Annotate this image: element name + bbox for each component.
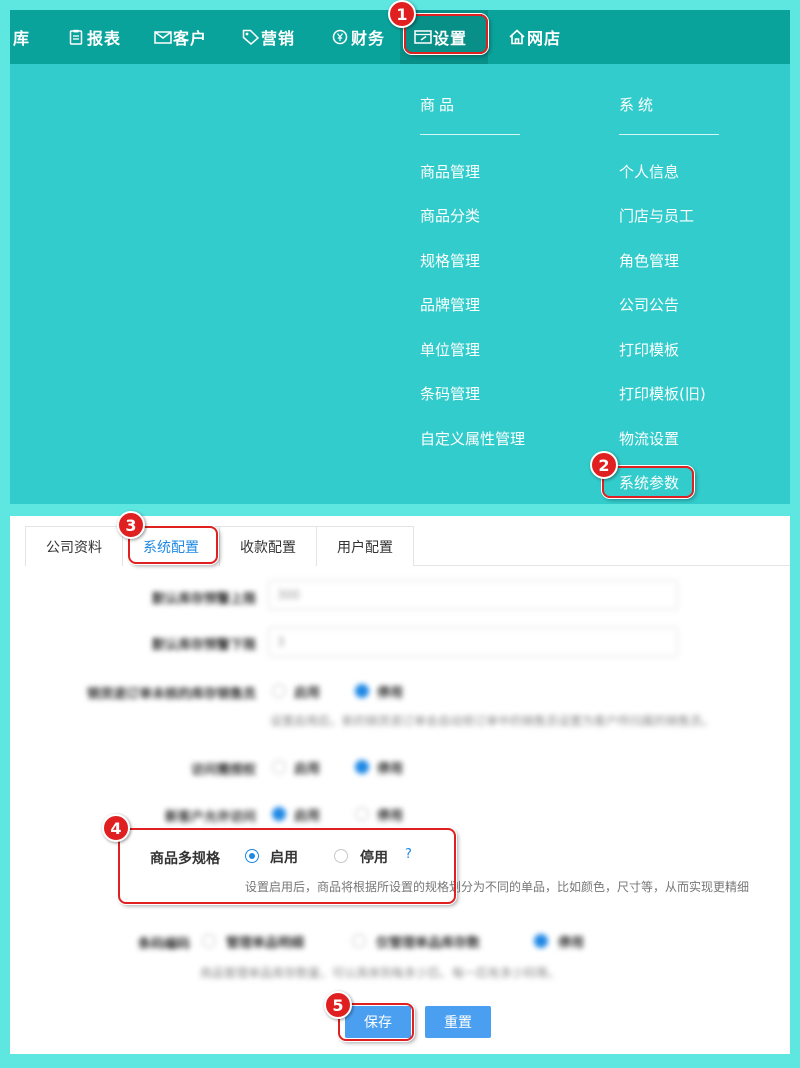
barcode-hint: 商品管理单品库存数量，可以具体到每多少匹、每一匹有多少码等。 [200, 966, 561, 980]
barcode-opt2-text: 仅管理单品库存数 [376, 936, 481, 951]
reset-button[interactable]: 重置 [425, 1006, 491, 1038]
access-auth-disable-text: 停用 [377, 762, 404, 777]
step-badge-2: 2 [590, 451, 618, 479]
warehouse-icon [2, 29, 10, 45]
nav-item-finance[interactable]: 财务 [332, 10, 385, 64]
clipboard-icon [68, 29, 84, 45]
nav-item-reports[interactable]: 报表 [68, 10, 121, 64]
menu-link-print-template-old[interactable]: 打印模板(旧) [619, 383, 706, 404]
menu-link-product-category[interactable]: 商品分类 [420, 205, 480, 226]
menu-link-spec-management[interactable]: 规格管理 [420, 250, 480, 271]
menu-link-custom-attributes[interactable]: 自定义属性管理 [420, 428, 525, 449]
nav-item-webstore[interactable]: 网店 [508, 10, 561, 64]
salesperson-enable-text: 启用 [294, 686, 321, 701]
step-badge-1: 1 [388, 0, 416, 28]
access-auth-enable-text: 启用 [294, 762, 321, 777]
salesperson-disable-text: 停用 [377, 686, 404, 701]
settings-panel: 公司资料 系统配置 收款配置 用户配置 默认库存预警上限 300 默认库存预警下… [10, 516, 790, 1054]
step-badge-5: 5 [324, 991, 352, 1019]
step-badge-4: 4 [102, 814, 130, 842]
access-auth-label: 访问需授权 [190, 763, 256, 778]
menu-link-brand-management[interactable]: 品牌管理 [420, 294, 480, 315]
settings-dropdown-menu: 商品 商品管理 商品分类 规格管理 品牌管理 单位管理 条码管理 自定义属性管理… [10, 64, 790, 504]
highlight-multi-spec-row [118, 828, 456, 904]
menu-heading-system: 系统 [619, 96, 658, 114]
barcode-opt1-radio[interactable] [202, 934, 216, 948]
tag-icon [242, 29, 260, 45]
home-icon [508, 29, 525, 45]
new-customer-enable-text: 启用 [294, 809, 321, 824]
menu-link-role-management[interactable]: 角色管理 [619, 250, 679, 271]
new-customer-enable-radio[interactable] [272, 807, 286, 821]
salesperson-disable-radio[interactable] [355, 684, 369, 698]
nav-item-marketing[interactable]: 营销 [242, 10, 295, 64]
new-customer-disable-text: 停用 [377, 809, 404, 824]
barcode-opt1-text: 管理单品明细 [226, 936, 305, 951]
stock-upper-limit-input[interactable]: 300 [268, 580, 678, 610]
menu-link-company-notice[interactable]: 公司公告 [619, 294, 679, 315]
menu-heading-products: 商品 [420, 96, 459, 114]
access-auth-enable-radio[interactable] [272, 760, 286, 774]
stock-lower-limit-input[interactable]: 3 [268, 627, 678, 657]
barcode-opt3-radio[interactable] [534, 934, 548, 948]
highlight-settings-nav [404, 14, 488, 54]
menu-link-logistics-settings[interactable]: 物流设置 [619, 428, 679, 449]
menu-link-personal-info[interactable]: 个人信息 [619, 161, 679, 182]
barcode-encoding-label: 条码编码 [137, 937, 190, 952]
tab-payment-config[interactable]: 收款配置 [219, 526, 317, 566]
tab-user-config[interactable]: 用户配置 [316, 526, 414, 566]
new-customer-disable-radio[interactable] [355, 807, 369, 821]
tab-company-info[interactable]: 公司资料 [25, 526, 123, 566]
salesperson-enable-radio[interactable] [272, 684, 286, 698]
nav-item-warehouse[interactable]: 库 [2, 10, 30, 64]
stock-upper-limit-label: 默认库存预警上限 [151, 592, 256, 607]
menu-divider [420, 134, 520, 135]
menu-divider [619, 134, 719, 135]
salesperson-setting-label: 销货退订单未核的库存销售员 [86, 687, 256, 702]
step-badge-3: 3 [117, 511, 145, 539]
yen-coin-icon [332, 29, 348, 45]
menu-link-unit-management[interactable]: 单位管理 [420, 339, 480, 360]
menu-link-print-template[interactable]: 打印模板 [619, 339, 679, 360]
mail-icon [154, 29, 172, 45]
nav-item-customers[interactable]: 客户 [154, 10, 207, 64]
salesperson-hint: 设置启用后，新的销货退订单会自动将订单中的销售员设置为客户所归属的销售员。 [270, 714, 715, 728]
stock-lower-limit-label: 默认库存预警下限 [151, 638, 256, 653]
access-auth-disable-radio[interactable] [355, 760, 369, 774]
new-customer-access-label: 新客户允许访问 [164, 810, 256, 825]
menu-link-product-management[interactable]: 商品管理 [420, 161, 480, 182]
menu-link-barcode-management[interactable]: 条码管理 [420, 383, 480, 404]
barcode-opt3-text: 停用 [558, 936, 585, 951]
menu-link-stores-staff[interactable]: 门店与员工 [619, 205, 694, 226]
barcode-opt2-radio[interactable] [352, 934, 366, 948]
